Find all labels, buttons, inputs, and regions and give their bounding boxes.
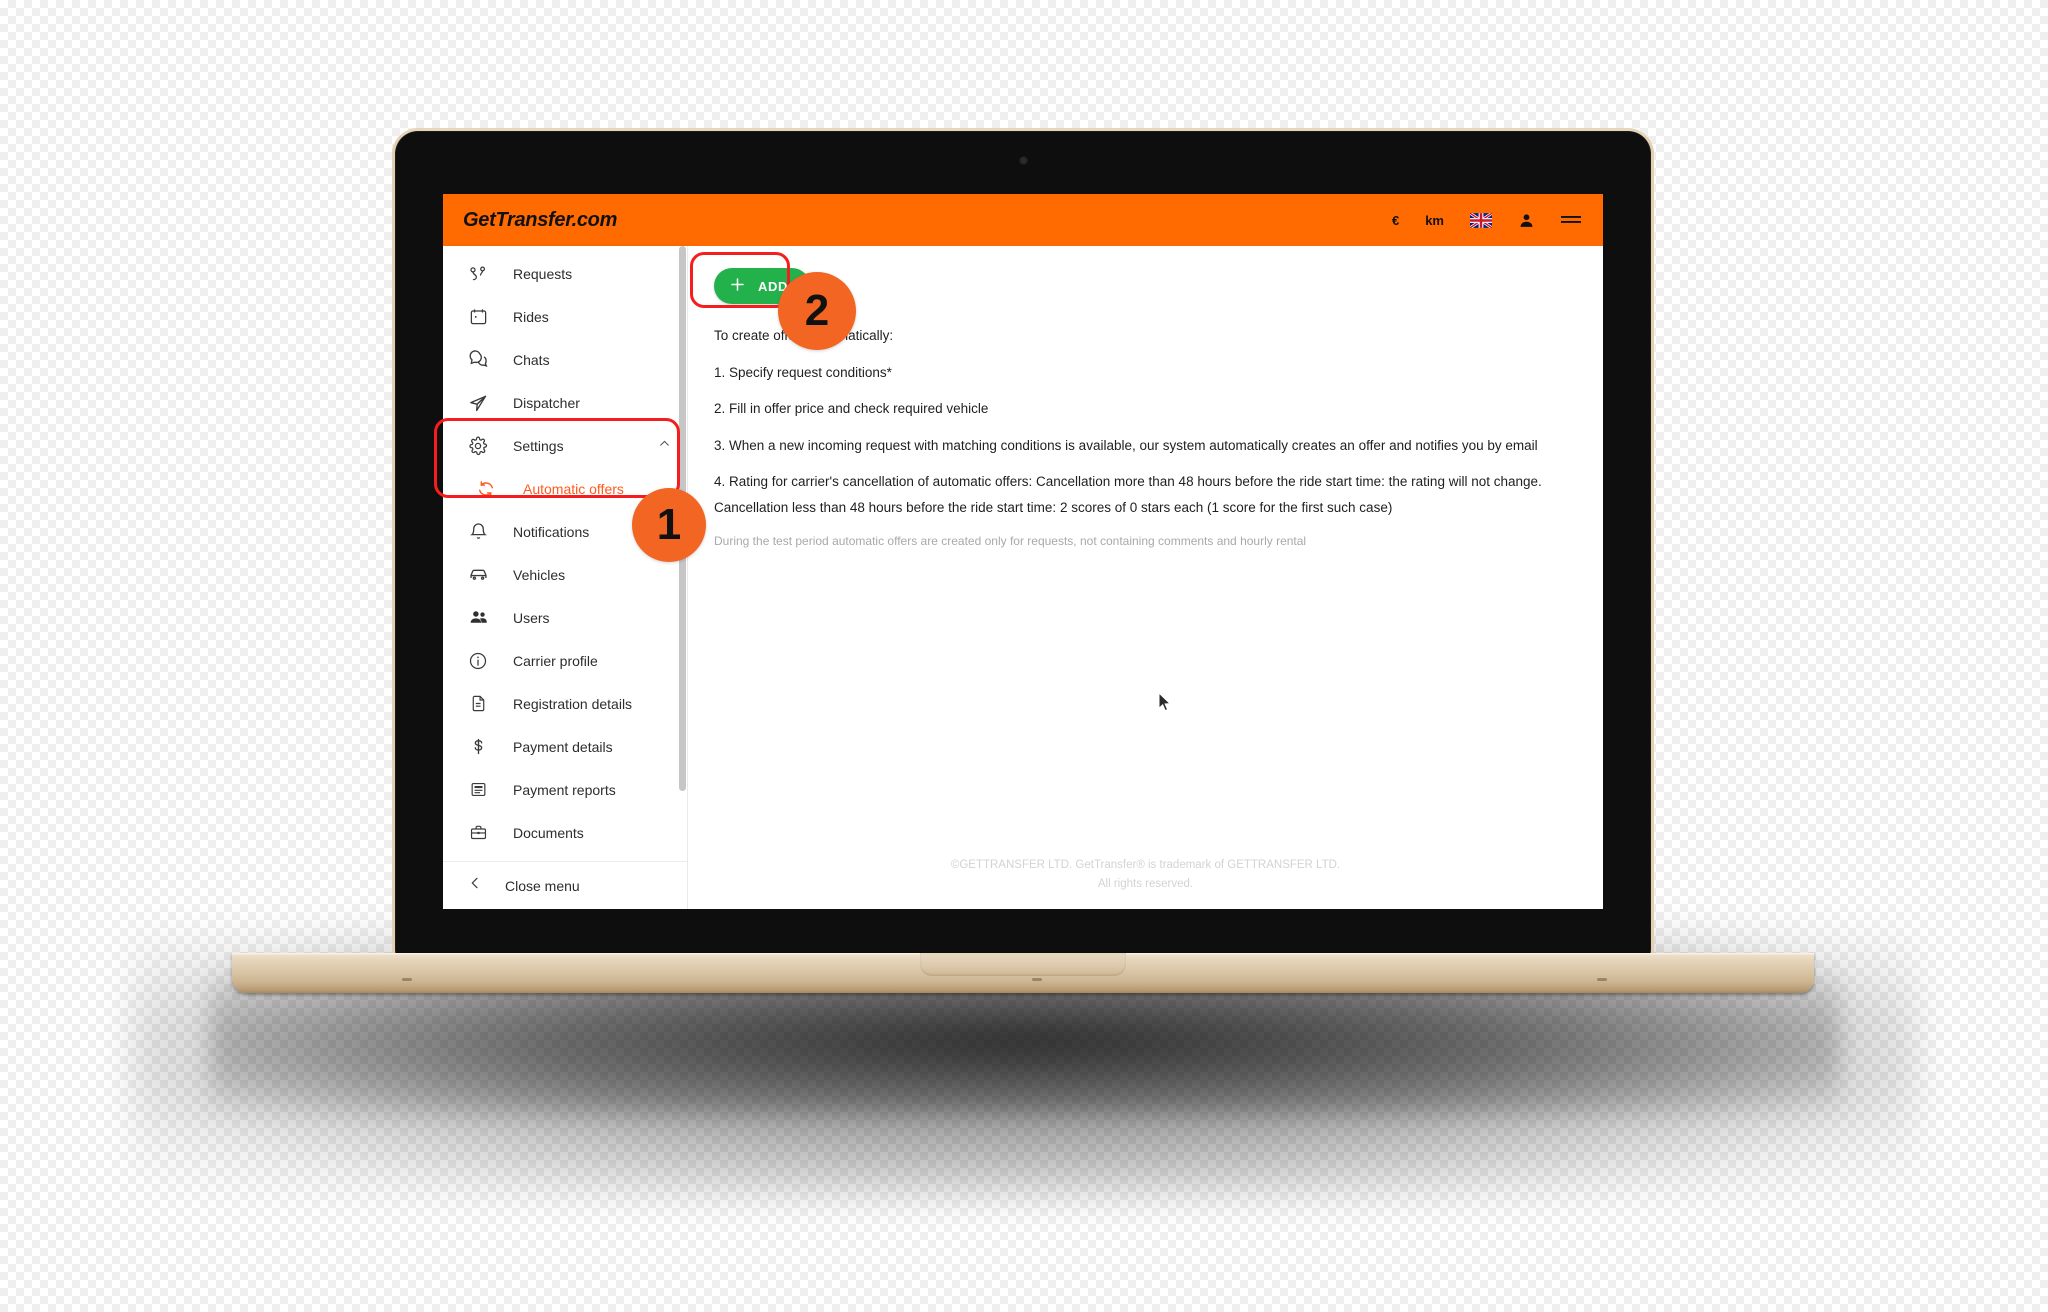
document-icon xyxy=(465,692,491,716)
mouse-cursor xyxy=(1158,691,1173,718)
laptop-lid: GetTransfer.com € km Requests Rides Chat… xyxy=(392,128,1654,956)
users-icon xyxy=(465,606,491,630)
info-circle-icon xyxy=(465,649,491,673)
route-pin-icon xyxy=(465,262,491,286)
paper-plane-icon xyxy=(465,391,491,415)
sidebar-item-label: Users xyxy=(513,609,550,626)
footer-copyright: ©GETTRANSFER LTD. GetTransfer® is tradem… xyxy=(950,858,1341,871)
sidebar-item-label: Dispatcher xyxy=(513,394,580,411)
sidebar-item-payment-reports[interactable]: Payment reports xyxy=(443,768,687,811)
currency-selector[interactable]: € xyxy=(1392,213,1399,228)
calendar-icon xyxy=(465,305,491,329)
sidebar-item-requests[interactable]: Requests xyxy=(443,252,687,295)
sidebar-item-payment-details[interactable]: Payment details xyxy=(443,725,687,768)
sidebar-item-label: Registration details xyxy=(513,695,633,712)
uk-flag-icon[interactable] xyxy=(1470,212,1492,228)
instruction-step: 2. Fill in offer price and check require… xyxy=(714,401,989,417)
header-actions: € km xyxy=(1392,212,1581,229)
sidebar-item-label: Notifications xyxy=(513,523,590,540)
instructions-note: During the test period automatic offers … xyxy=(714,534,1307,549)
app-body: Requests Rides Chats Dispatcher Settings… xyxy=(443,246,1603,909)
instruction-step: 4. Rating for carrier's cancellation of … xyxy=(714,474,1542,490)
sidebar-item-settings[interactable]: Settings xyxy=(443,424,687,467)
webcam-icon xyxy=(1018,156,1028,165)
refresh-icon xyxy=(473,477,499,501)
sidebar-item-users[interactable]: Users xyxy=(443,596,687,639)
close-menu-label: Close menu xyxy=(505,877,580,894)
close-menu-button[interactable]: Close menu xyxy=(443,861,687,909)
page-footer: ©GETTRANSFER LTD. GetTransfer® is tradem… xyxy=(688,856,1603,895)
instruction-step: 3. When a new incoming request with matc… xyxy=(714,437,1538,453)
sidebar-item-label: Documents xyxy=(513,824,584,841)
sidebar-item-label: Settings xyxy=(513,437,564,454)
browser-screen: GetTransfer.com € km Requests Rides Chat… xyxy=(443,194,1603,909)
brand-logo[interactable]: GetTransfer.com xyxy=(463,209,617,232)
report-icon xyxy=(465,778,491,802)
instructions-block: To create offers automatically: 1. Speci… xyxy=(714,326,1577,548)
sidebar-item-label: Payment reports xyxy=(513,781,616,798)
sidebar-item-carrier-profile[interactable]: Carrier profile xyxy=(443,639,687,682)
sidebar-item-rides[interactable]: Rides xyxy=(443,295,687,338)
dollar-icon xyxy=(465,735,491,759)
chevron-left-icon xyxy=(467,875,483,896)
base-foot xyxy=(1032,978,1042,981)
sidebar-item-label: Vehicles xyxy=(513,566,566,583)
hamburger-menu-icon[interactable] xyxy=(1561,213,1581,227)
sidebar-item-chats[interactable]: Chats xyxy=(443,338,687,381)
sidebar-item-label: Automatic offers xyxy=(523,480,624,497)
screenshot-stage: GetTransfer.com € km Requests Rides Chat… xyxy=(0,0,2048,1312)
sidebar-item-label: Chats xyxy=(513,351,550,368)
instruction-step: Cancellation less than 48 hours before t… xyxy=(714,499,1393,515)
sidebar-item-documents[interactable]: Documents xyxy=(443,811,687,854)
briefcase-icon xyxy=(465,821,491,845)
distance-unit-selector[interactable]: km xyxy=(1425,213,1444,228)
car-icon xyxy=(465,563,491,587)
sidebar-item-label: Payment details xyxy=(513,738,613,755)
chevron-up-icon[interactable] xyxy=(658,437,671,455)
sidebar-item-registration-details[interactable]: Registration details xyxy=(443,682,687,725)
sidebar-item-label: Rides xyxy=(513,308,549,325)
base-foot xyxy=(402,978,412,981)
bell-icon xyxy=(465,520,491,544)
sidebar-item-vehicles[interactable]: Vehicles xyxy=(443,553,687,596)
sidebar: Requests Rides Chats Dispatcher Settings… xyxy=(443,246,688,909)
laptop-base xyxy=(232,953,1814,993)
gear-icon xyxy=(465,434,491,458)
footer-rights: All rights reserved. xyxy=(1097,878,1194,891)
instruction-step: 1. Specify request conditions* xyxy=(714,364,892,380)
person-icon[interactable] xyxy=(1518,212,1535,229)
base-foot xyxy=(1597,978,1607,981)
sidebar-item-label: Carrier profile xyxy=(513,652,598,669)
sidebar-item-dispatcher[interactable]: Dispatcher xyxy=(443,381,687,424)
base-notch xyxy=(920,953,1126,976)
plus-icon xyxy=(728,275,747,297)
annotation-badge-2: 2 xyxy=(778,272,856,350)
sidebar-item-label: Requests xyxy=(513,265,573,282)
annotation-badge-1: 1 xyxy=(632,488,706,562)
chat-bubbles-icon xyxy=(465,348,491,372)
app-header: GetTransfer.com € km xyxy=(443,194,1603,246)
